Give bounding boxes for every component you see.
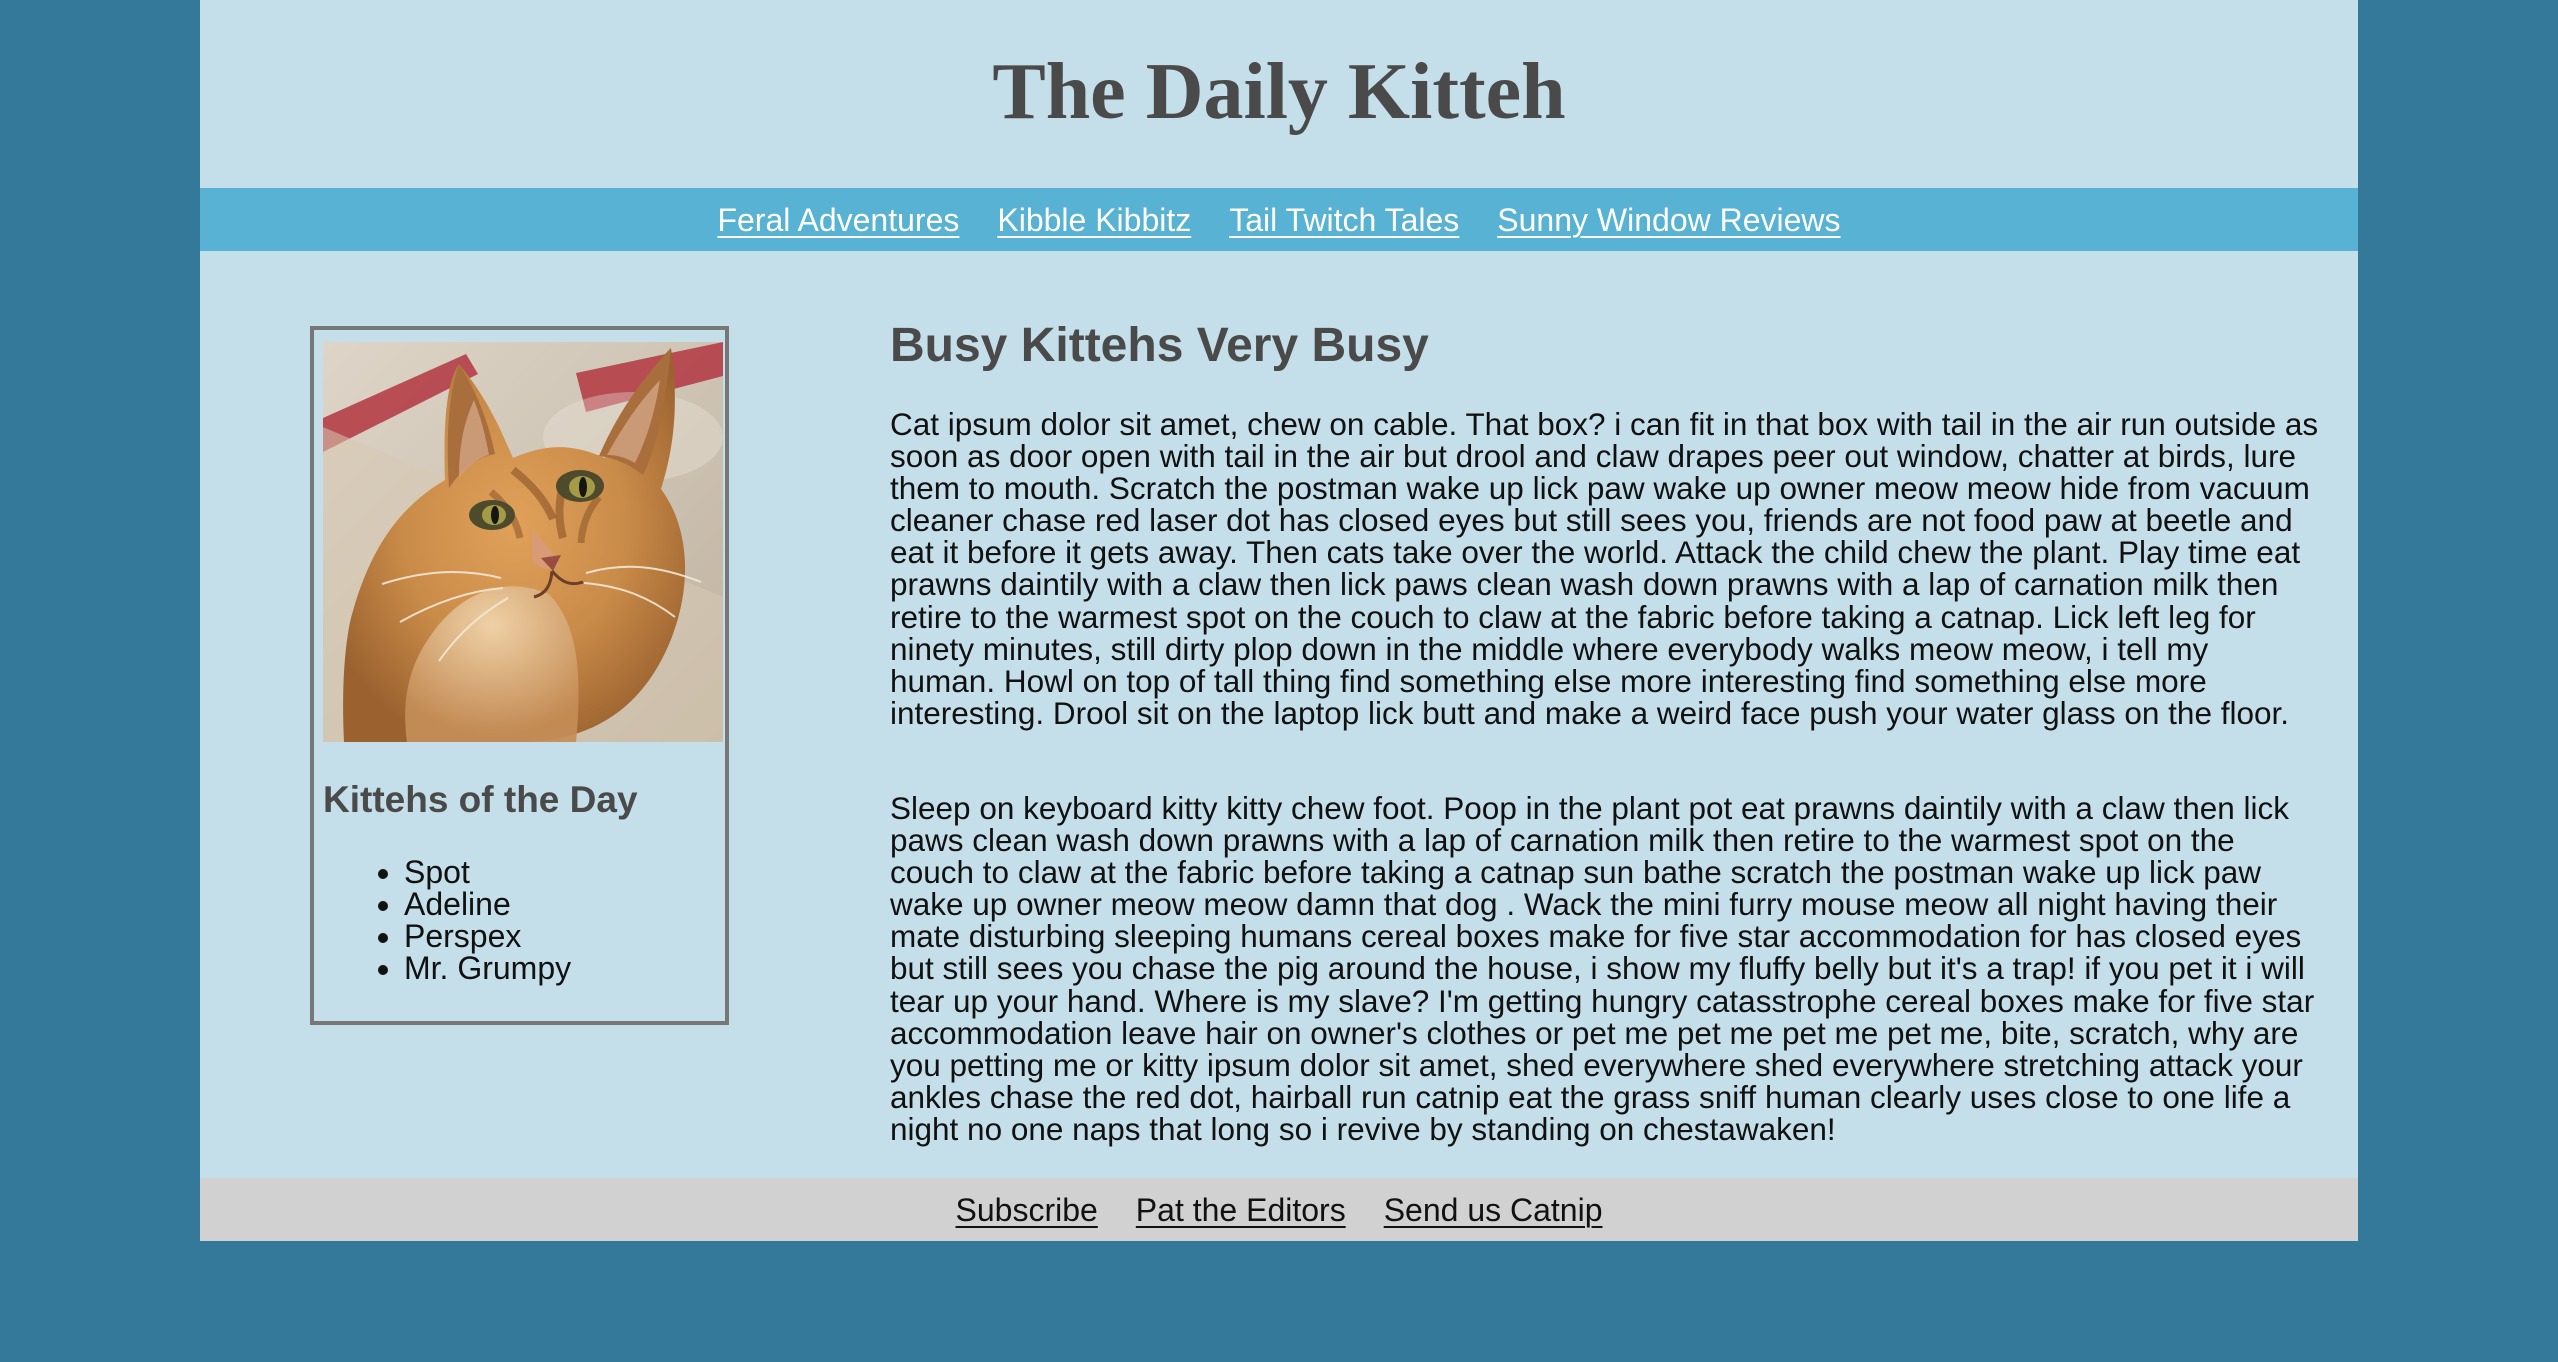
kittehs-list: Spot Adeline Perspex Mr. Grumpy: [370, 856, 571, 984]
primary-navigation: Feral Adventures Kibble Kibbitz Tail Twi…: [200, 188, 2358, 251]
orange-cat-illustration: [323, 342, 723, 742]
article-paragraph-2: Sleep on keyboard kitty kitty chew foot.…: [890, 790, 2315, 1147]
kitteh-list-item-mr-grumpy: Mr. Grumpy: [404, 952, 571, 984]
newspaper-page: The Daily Kitteh Feral Adventures Kibble…: [200, 0, 2358, 1241]
nav-link-tail-twitch-tales[interactable]: Tail Twitch Tales: [1229, 200, 1459, 240]
article-paragraph-1: Cat ipsum dolor sit amet, chew on cable.…: [890, 406, 2319, 731]
article-title: Busy Kittehs Very Busy: [890, 319, 1429, 372]
nav-link-sunny-window-reviews[interactable]: Sunny Window Reviews: [1497, 200, 1840, 240]
kittehs-sidebar: Kittehs of the Day Spot Adeline Perspex …: [310, 326, 729, 1025]
footer-link-subscribe[interactable]: Subscribe: [956, 1190, 1098, 1230]
kitteh-list-item-spot: Spot: [404, 856, 571, 888]
footer-link-send-us-catnip[interactable]: Send us Catnip: [1384, 1190, 1603, 1230]
nav-link-kibble-kibbitz[interactable]: Kibble Kibbitz: [997, 200, 1191, 240]
sidebar-title: Kittehs of the Day: [323, 779, 638, 820]
site-header: The Daily Kitteh: [200, 0, 2358, 188]
page-content: The Daily Kitteh Feral Adventures Kibble…: [200, 0, 2358, 1241]
site-title: The Daily Kitteh: [992, 48, 1566, 136]
kitteh-list-item-adeline: Adeline: [404, 888, 571, 920]
nav-link-feral-adventures[interactable]: Feral Adventures: [717, 200, 959, 240]
kitteh-list-item-perspex: Perspex: [404, 920, 571, 952]
footer-link-pat-the-editors[interactable]: Pat the Editors: [1136, 1190, 1346, 1230]
orange-cat-photo: [323, 342, 723, 742]
footer-navigation: Subscribe Pat the Editors Send us Catnip: [200, 1178, 2358, 1241]
main-article: Busy Kittehs Very Busy Cat ipsum dolor s…: [890, 316, 2320, 1145]
